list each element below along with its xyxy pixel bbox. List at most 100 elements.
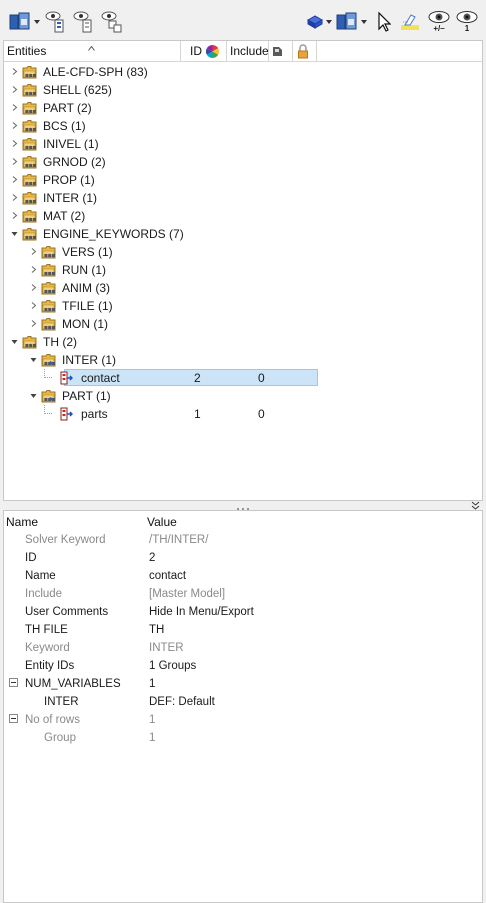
panel-splitter[interactable] [0,501,486,510]
tree-item-label: PART (2) [43,101,92,115]
color-wheel-icon[interactable] [206,45,219,61]
expand-arrow-icon[interactable] [10,103,19,112]
tree-folder-row[interactable]: ■■■ INIVEL (1) [4,135,482,153]
show-one-icon[interactable]: 1 [456,10,478,34]
th-entity-icon [60,371,75,388]
expand-arrow-icon[interactable] [29,247,38,256]
tree-folder-row[interactable]: ■■■ MAT (2) [4,207,482,225]
tree-folder-row[interactable]: ■■■ ANIM (3) [4,279,482,297]
collapse-arrow-icon[interactable] [10,337,19,346]
property-name: Include [25,588,63,600]
property-value[interactable]: 1 [149,675,155,693]
collapse-arrow-icon[interactable] [29,391,38,400]
tree-folder-row[interactable]: ■■■ VERS (1) [4,243,482,261]
property-value[interactable]: /TH/INTER/ [149,531,208,549]
tree-item-label: TH (2) [43,335,77,349]
expand-arrow-icon[interactable] [10,121,19,130]
tree-folder-row[interactable]: ■■■ TFILE (1) [4,297,482,315]
property-value[interactable]: TH [149,621,164,639]
svg-text:■■■: ■■■ [44,325,56,330]
visibility-filter-icon[interactable] [44,10,66,34]
tree-folder-row[interactable]: ■■■ PROP (1) [4,171,482,189]
tree-folder-row[interactable]: ■■■ PART (2) [4,99,482,117]
expand-arrow-icon[interactable] [10,67,19,76]
property-row[interactable]: Group 1 [4,729,482,747]
folder-icon: ■■■ [22,191,37,208]
column-header-id[interactable]: ID [190,41,202,62]
expand-arrow-icon[interactable] [29,301,38,310]
tree-folder-row[interactable]: ■■■ RUN (1) [4,261,482,279]
svg-text:■■■: ■■■ [25,127,37,132]
tree-entity-row[interactable]: contact 2 0 [4,369,482,387]
collapse-arrow-icon[interactable] [10,229,19,238]
tree-item-include: 0 [258,371,265,385]
property-value[interactable]: DEF: Default [149,693,215,711]
highlight-icon[interactable] [399,10,421,34]
expand-arrow-icon[interactable] [10,85,19,94]
property-row[interactable]: INTER DEF: Default [4,693,482,711]
property-row[interactable]: Keyword INTER [4,639,482,657]
property-value[interactable]: 1 [149,711,155,729]
tree-folder-row[interactable]: ■■■ INTER (1) [4,351,482,369]
property-row[interactable]: Include [Master Model] [4,585,482,603]
property-row[interactable]: NUM_VARIABLES 1 [4,675,482,693]
display-dropdown-icon[interactable] [335,10,359,34]
property-row[interactable]: Solver Keyword/TH/INTER/ [4,531,482,549]
property-row[interactable]: No of rows 1 [4,711,482,729]
display-mode-icon[interactable] [8,10,32,34]
collapse-minus-icon[interactable] [9,711,18,729]
folder-icon: ■■■ [22,209,37,226]
column-header-entities[interactable]: Entities [7,41,46,62]
expand-arrow-icon[interactable] [29,319,38,328]
tree-folder-row[interactable]: ■■■ PART (1) [4,387,482,405]
tree-folder-row[interactable]: ■■■ MON (1) [4,315,482,333]
property-value[interactable]: contact [149,567,186,585]
tree-folder-row[interactable]: ■■■ GRNOD (2) [4,153,482,171]
property-value[interactable]: 1 Groups [149,657,196,675]
property-name: Keyword [25,642,70,654]
property-value[interactable]: INTER [149,639,184,657]
property-row[interactable]: User Comments Hide In Menu/Export [4,603,482,621]
select-cursor-icon[interactable] [377,10,391,34]
expand-arrow-icon[interactable] [29,283,38,292]
tree-item-label: INTER (1) [43,191,97,205]
include-file-icon[interactable] [272,46,283,60]
tree-folder-row[interactable]: ■■■ ALE-CFD-SPH (83) [4,63,482,81]
dropdown-arrow-icon[interactable] [33,10,41,34]
property-row[interactable]: Name contact [4,567,482,585]
expand-arrow-icon[interactable] [10,175,19,184]
collapse-minus-icon[interactable] [9,675,18,693]
property-value[interactable]: 1 [149,729,155,747]
property-row[interactable]: ID 2 [4,549,482,567]
expand-arrow-icon[interactable] [10,157,19,166]
lock-icon[interactable] [297,44,309,62]
column-header-include[interactable]: Include [230,41,269,62]
tree-folder-row[interactable]: ■■■ ENGINE_KEYWORDS (7) [4,225,482,243]
tree-folder-row[interactable]: ■■■ BCS (1) [4,117,482,135]
expand-arrow-icon[interactable] [10,139,19,148]
property-value[interactable]: Hide In Menu/Export [149,603,254,621]
property-row[interactable]: TH FILE TH [4,621,482,639]
show-hide-toggle-icon[interactable]: +/– [427,10,451,34]
property-value[interactable]: 2 [149,549,155,567]
tree-folder-row[interactable]: ■■■ INTER (1) [4,189,482,207]
tree-visibility-icon[interactable] [72,10,94,34]
tree-folder-row[interactable]: ■■■ SHELL (625) [4,81,482,99]
dropdown-arrow-icon[interactable] [325,10,333,34]
expand-arrow-icon[interactable] [10,193,19,202]
property-name: No of rows [25,714,80,726]
svg-text:■■■: ■■■ [25,109,37,114]
dropdown-arrow-icon[interactable] [360,10,368,34]
isolate-visibility-icon[interactable] [100,10,124,34]
tree-item-include: 0 [258,407,265,421]
property-row[interactable]: Entity IDs 1 Groups [4,657,482,675]
tree-entity-row[interactable]: parts 1 0 [4,405,482,423]
tree-item-label: ENGINE_KEYWORDS (7) [43,227,184,241]
solid-display-icon[interactable] [306,10,324,34]
property-value[interactable]: [Master Model] [149,585,225,603]
tree-folder-row[interactable]: ■■■ TH (2) [4,333,482,351]
collapse-arrow-icon[interactable] [29,355,38,364]
expand-arrow-icon[interactable] [10,211,19,220]
svg-text:■■■: ■■■ [25,181,37,186]
expand-arrow-icon[interactable] [29,265,38,274]
